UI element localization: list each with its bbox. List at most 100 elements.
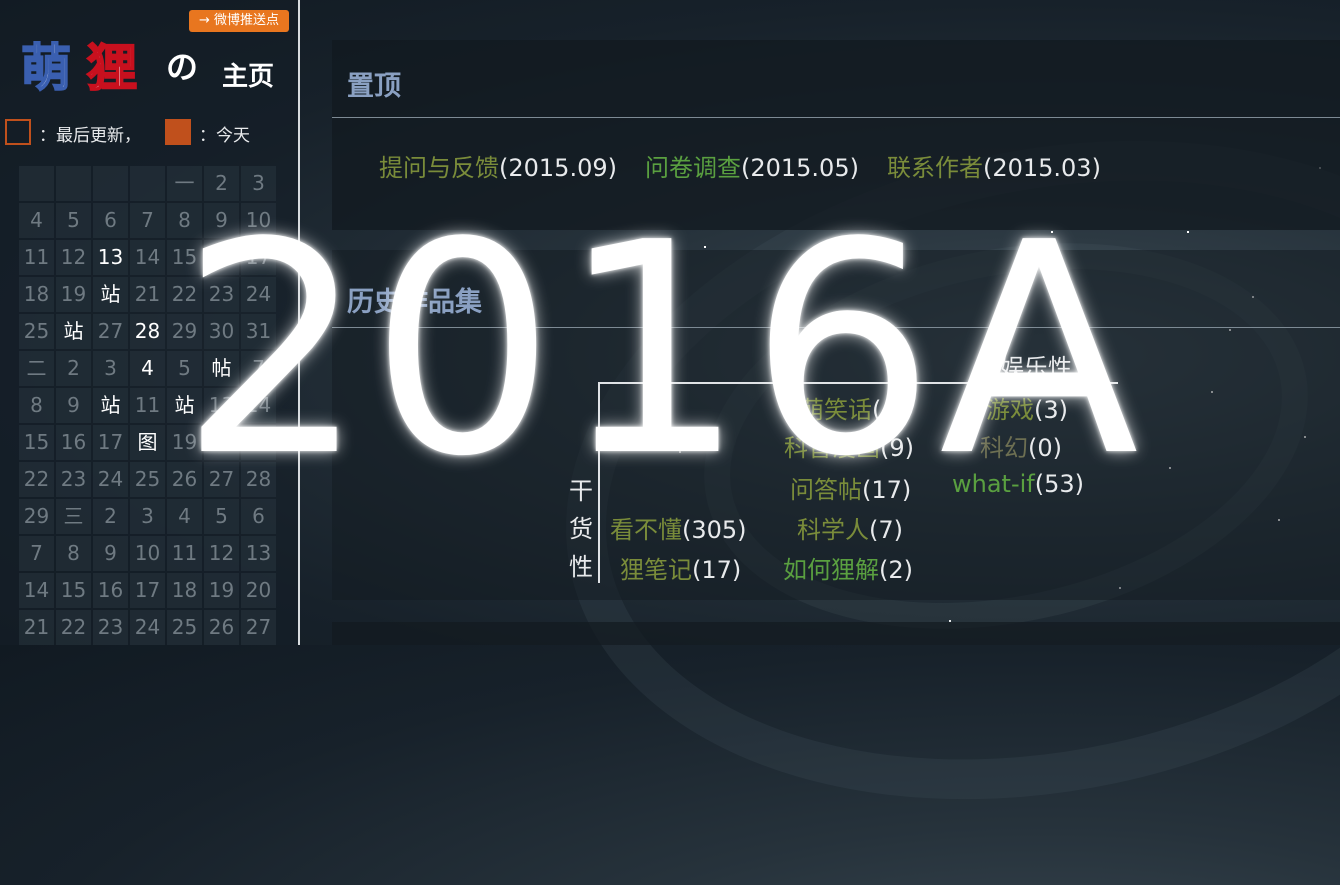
calendar-day[interactable]: 站	[93, 277, 128, 312]
calendar-day: 二	[19, 351, 54, 386]
calendar-day: 27	[204, 462, 239, 497]
link-feedback[interactable]: 提问与反馈	[379, 154, 499, 182]
calendar-day: 10	[130, 536, 165, 571]
axis-label-entertainment: 娱乐性	[1000, 354, 1072, 382]
link-feedback-date: (2015.09)	[499, 154, 617, 182]
calendar-day: 2	[56, 351, 91, 386]
work-name: what-if	[952, 470, 1035, 498]
calendar-day: 22	[56, 610, 91, 645]
calendar-day: 17	[93, 425, 128, 460]
calendar-day: 31	[241, 314, 276, 349]
link-survey-date: (2015.05)	[740, 154, 859, 182]
work-count: (0)	[1028, 434, 1062, 462]
calendar-day: 27	[241, 610, 276, 645]
work-name: 萌笑话	[800, 396, 872, 424]
calendar-day: 14	[19, 573, 54, 608]
site-logo[interactable]: 萌 狸 の 主页	[20, 36, 290, 100]
calendar-day: 9	[93, 536, 128, 571]
calendar-day: 20	[241, 573, 276, 608]
history-panel: 历史作品集 娱乐性 干货性 萌笑话(4) 游戏(3) 科普漫画(9) 科幻(0)…	[332, 250, 1340, 600]
calendar-day[interactable]: 28	[130, 314, 165, 349]
calendar-day: 29	[167, 314, 202, 349]
calendar-day: 21	[130, 277, 165, 312]
work-item-youxi[interactable]: 游戏(3)	[986, 390, 1068, 425]
calendar-day: 15	[19, 425, 54, 460]
calendar-day: 21	[19, 610, 54, 645]
calendar-day[interactable]: 4	[130, 351, 165, 386]
work-name: 科幻	[980, 434, 1028, 462]
work-count: (9)	[880, 434, 914, 462]
work-name: 游戏	[986, 396, 1034, 424]
calendar-day: 22	[167, 277, 202, 312]
work-name: 如何狸解	[783, 556, 879, 584]
calendar-day: 23	[56, 462, 91, 497]
calendar-day: 25	[167, 610, 202, 645]
work-count: (2)	[879, 556, 913, 584]
pinned-title: 置顶	[347, 71, 401, 102]
calendar-day: 30	[204, 314, 239, 349]
weibo-push-button[interactable]: → 微博推送点	[189, 10, 289, 32]
calendar-day[interactable]: 站	[56, 314, 91, 349]
work-name: 科学人	[797, 516, 869, 544]
calendar-day: 一	[167, 166, 202, 201]
work-item-kehuan[interactable]: 科幻(0)	[980, 428, 1062, 463]
update-calendar: 一 2 3 4 5 6 7 8 9 10 11 12 13 14 15 16 17 18 19 站 21 22 23 24 25…	[18, 165, 277, 646]
logo-no: の	[166, 48, 199, 86]
work-item-wendatie[interactable]: 问答帖(17)	[790, 470, 911, 505]
calendar-day: 18	[19, 277, 54, 312]
calendar-day: 24	[130, 610, 165, 645]
calendar-day: 27	[93, 314, 128, 349]
link-survey[interactable]: 问卷调查	[645, 154, 741, 182]
work-count: (3)	[1034, 396, 1068, 424]
calendar-day: 12	[204, 536, 239, 571]
calendar-day: 25	[130, 462, 165, 497]
work-item-meng-xiaohua[interactable]: 萌笑话(4)	[800, 390, 906, 425]
calendar-day[interactable]: 站	[93, 388, 128, 423]
calendar-day: 16	[204, 240, 239, 275]
work-item-what-if[interactable]: what-if(53)	[952, 470, 1084, 498]
pinned-links: 提问与反馈(2015.09) 问卷调查(2015.05) 联系作者(2015.03)	[379, 148, 1129, 183]
calendar-day[interactable]: 站	[167, 388, 202, 423]
calendar-day: 19	[56, 277, 91, 312]
calendar-day[interactable]: 13	[93, 240, 128, 275]
link-contact-author[interactable]: 联系作者	[887, 154, 983, 182]
calendar-day: 23	[204, 277, 239, 312]
calendar-day: 17	[130, 573, 165, 608]
calendar-day: 7	[19, 536, 54, 571]
calendar-day: 3	[93, 351, 128, 386]
page-title: 主页	[222, 62, 275, 92]
calendar-day: 26	[204, 610, 239, 645]
calendar-day	[130, 166, 165, 201]
calendar-day: 29	[19, 499, 54, 534]
work-item-kepu-manhua[interactable]: 科普漫画(9)	[784, 428, 914, 463]
legend-last-update-label: ：最后更新，	[39, 126, 141, 146]
calendar-day: 17	[241, 240, 276, 275]
work-count: (17)	[692, 556, 742, 584]
axis-vertical	[598, 383, 600, 583]
work-count: (17)	[862, 476, 912, 504]
calendar-day[interactable]: 图	[130, 425, 165, 460]
calendar-day: 3	[241, 166, 276, 201]
work-count: (7)	[869, 516, 903, 544]
calendar-day: 8	[19, 388, 54, 423]
calendar-day[interactable]: 帖	[204, 351, 239, 386]
work-item-libiji[interactable]: 狸笔记(17)	[620, 550, 741, 585]
calendar-day	[19, 166, 54, 201]
work-item-ruhe-lijie[interactable]: 如何狸解(2)	[783, 550, 913, 585]
logo-char-meng: 萌	[20, 37, 72, 98]
work-item-kanbudong[interactable]: 看不懂(305)	[610, 510, 747, 545]
calendar-day: 14	[130, 240, 165, 275]
logo-char-li: 狸	[86, 37, 138, 98]
calendar-day: 19	[167, 425, 202, 460]
legend-today-swatch	[165, 119, 191, 145]
calendar-day: 10	[241, 203, 276, 238]
calendar-day: 12	[56, 240, 91, 275]
calendar-day: 21	[241, 425, 276, 460]
works-matrix: 娱乐性 干货性 萌笑话(4) 游戏(3) 科普漫画(9) 科幻(0) 问答帖(1…	[332, 250, 1340, 600]
work-count: (53)	[1034, 470, 1084, 498]
link-contact-date: (2015.03)	[982, 154, 1101, 182]
calendar-day: 24	[93, 462, 128, 497]
arrow-right-icon: →	[198, 13, 214, 28]
work-item-kexueren[interactable]: 科学人(7)	[797, 510, 903, 545]
work-count: (4)	[872, 396, 906, 424]
